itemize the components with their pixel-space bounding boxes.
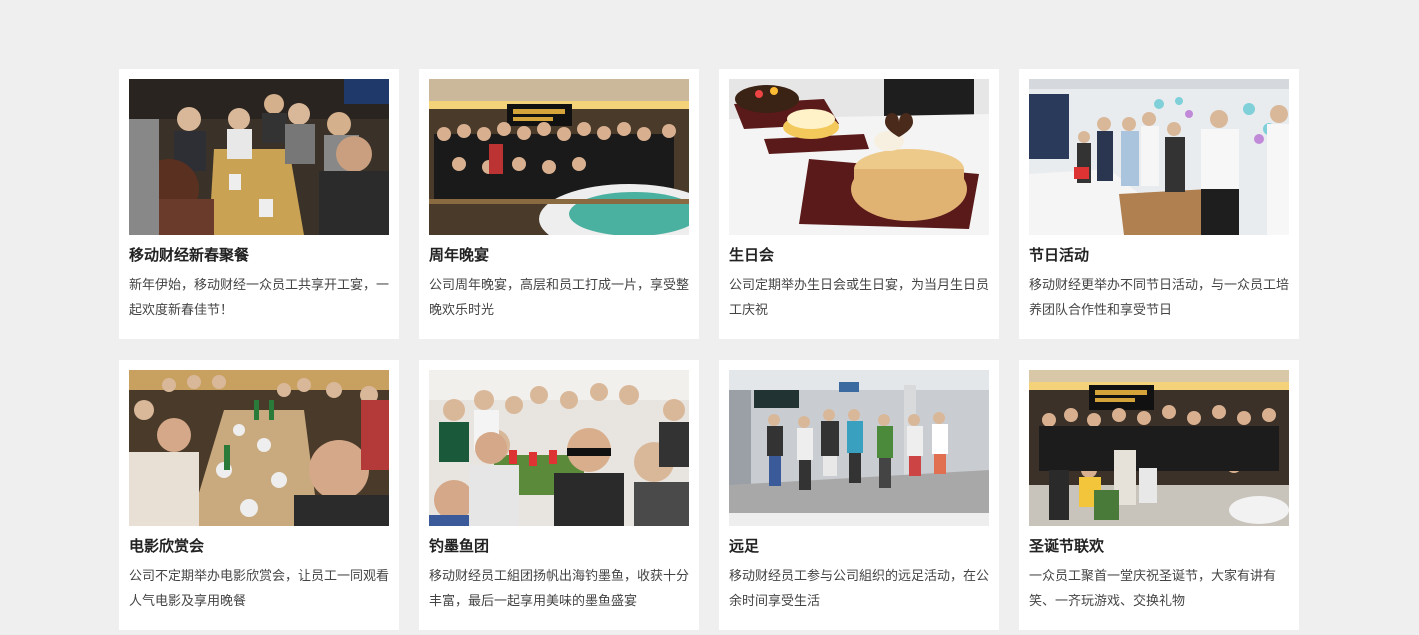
card-description: 一众员工聚首一堂庆祝圣诞节，大家有讲有笑、一齐玩游戏、交换礼物 (1029, 568, 1277, 608)
card-description: 移动财经员工参与公司組织的远足活动，在公余时间享受生活 (729, 568, 990, 608)
card-title[interactable]: 远足 (729, 537, 989, 557)
photo-anniversary-dinner[interactable] (429, 79, 689, 235)
activity-card-squid-fishing[interactable]: 钓墨鱼团 移动财经员工組团扬帆出海钓墨鱼，收获十分丰富，最后一起享用美味的墨鱼盛… (419, 360, 699, 630)
card-description: 公司不定期举办电影欣赏会，让员工一同观看人气电影及享用晚餐 (129, 568, 390, 608)
activity-card-new-year-dinner[interactable]: 移动财经新春聚餐 新年伊始，移动财经一众员工共享开工宴，一起欢度新春佳节！ (119, 69, 399, 339)
card-description: 公司定期举办生日会或生日宴，为当月生日员工庆祝 (729, 277, 990, 317)
activity-card-movie-night[interactable]: 电影欣赏会 公司不定期举办电影欣赏会，让员工一同观看人气电影及享用晚餐 (119, 360, 399, 630)
photo-birthday-party[interactable] (729, 79, 989, 235)
activity-card-christmas-party[interactable]: 圣诞节联欢 一众员工聚首一堂庆祝圣诞节，大家有讲有笑、一齐玩游戏、交换礼物 (1019, 360, 1299, 630)
card-title[interactable]: 节日活动 (1029, 246, 1289, 266)
card-title[interactable]: 圣诞节联欢 (1029, 537, 1289, 557)
photo-festival-activities[interactable] (1029, 79, 1289, 235)
activity-card-hiking[interactable]: 远足 移动财经员工参与公司組织的远足活动，在公余时间享受生活 (719, 360, 999, 630)
card-description: 移动财经更举办不同节日活动，与一众员工培养团队合作性和享受节日 (1029, 277, 1290, 317)
card-description: 公司周年晚宴，高层和员工打成一片，享受整晚欢乐时光 (429, 277, 690, 317)
activity-card-anniversary-dinner[interactable]: 周年晚宴 公司周年晚宴，高层和员工打成一片，享受整晚欢乐时光 (419, 69, 699, 339)
photo-hiking[interactable] (729, 370, 989, 526)
card-description: 新年伊始，移动财经一众员工共享开工宴，一起欢度新春佳节！ (129, 277, 390, 317)
card-description: 移动财经员工組团扬帆出海钓墨鱼，收获十分丰富，最后一起享用美味的墨鱼盛宴 (429, 568, 690, 608)
card-title[interactable]: 生日会 (729, 246, 989, 266)
activity-card-festival-activities[interactable]: 节日活动 移动财经更举办不同节日活动，与一众员工培养团队合作性和享受节日 (1019, 69, 1299, 339)
photo-squid-fishing[interactable] (429, 370, 689, 526)
card-title[interactable]: 移动财经新春聚餐 (129, 246, 389, 266)
activity-card-birthday-party[interactable]: 生日会 公司定期举办生日会或生日宴，为当月生日员工庆祝 (719, 69, 999, 339)
photo-christmas-party[interactable] (1029, 370, 1289, 526)
card-title[interactable]: 电影欣赏会 (129, 537, 389, 557)
activity-grid: 移动财经新春聚餐 新年伊始，移动财经一众员工共享开工宴，一起欢度新春佳节！ 周年… (119, 69, 1299, 635)
card-title[interactable]: 钓墨鱼团 (429, 537, 689, 557)
card-title[interactable]: 周年晚宴 (429, 246, 689, 266)
photo-new-year-dinner[interactable] (129, 79, 389, 235)
photo-movie-night[interactable] (129, 370, 389, 526)
